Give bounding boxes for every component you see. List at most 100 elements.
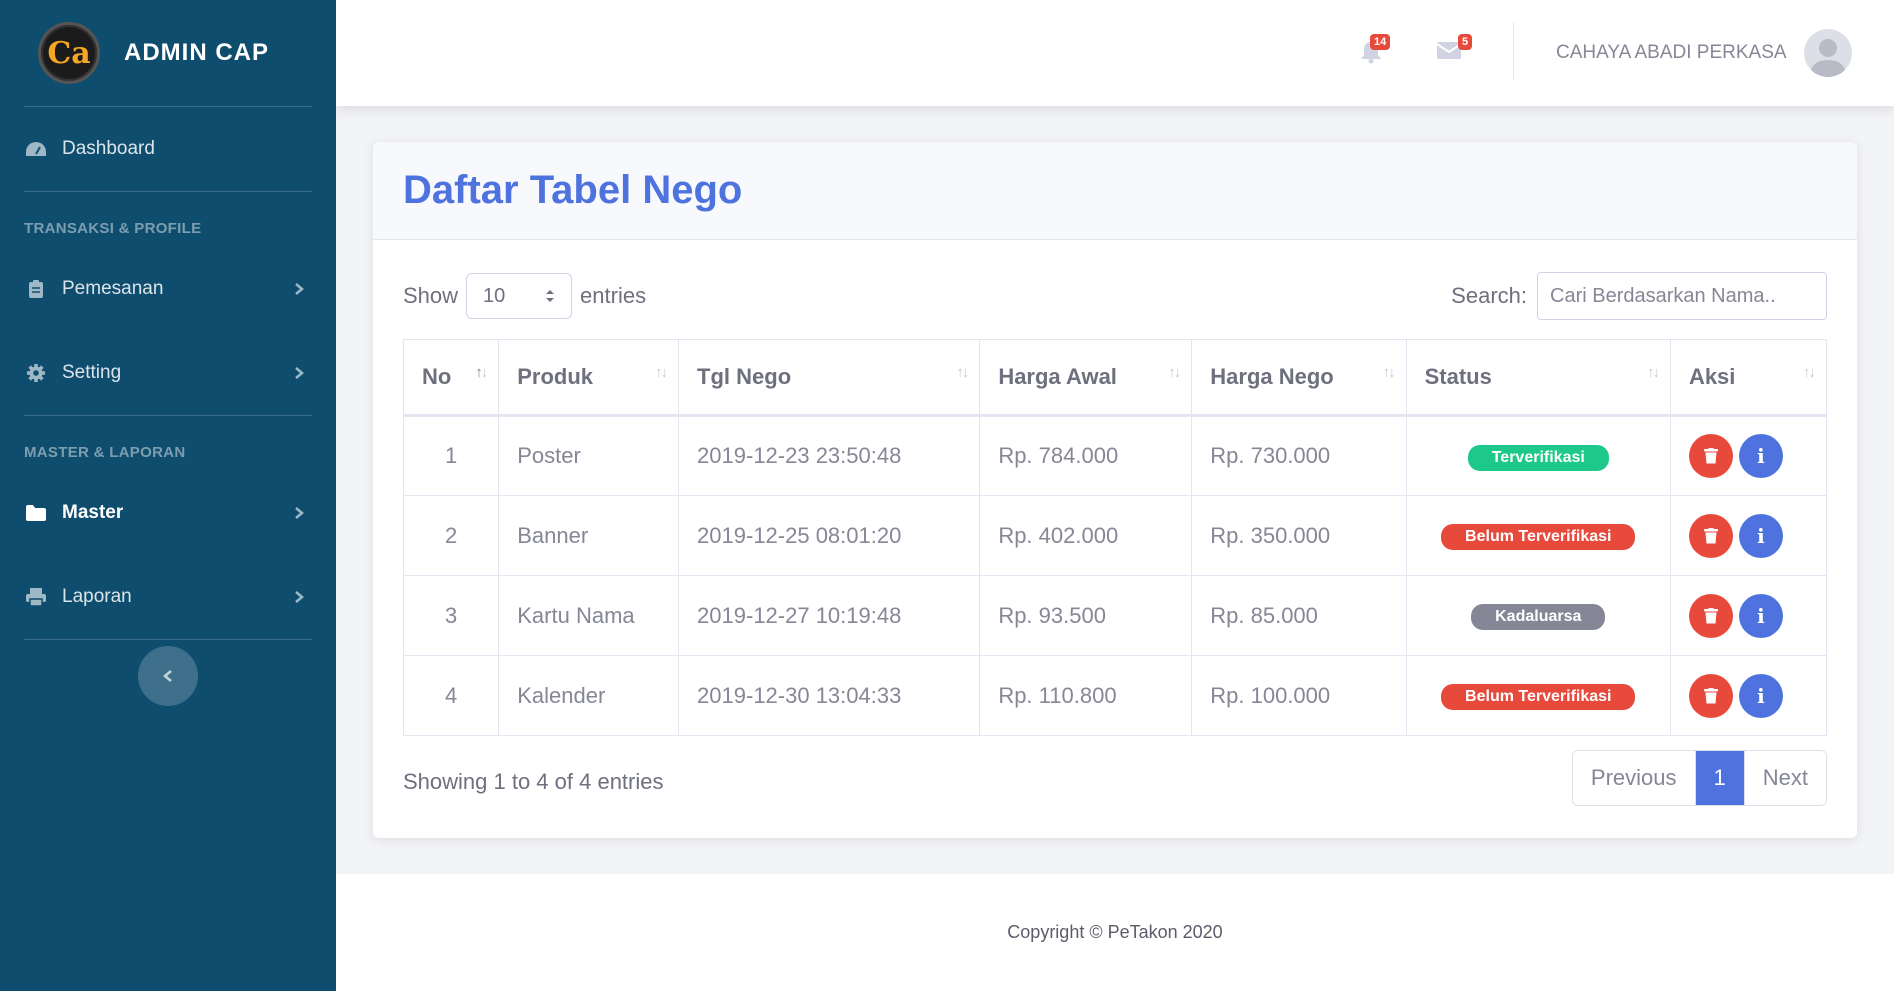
sort-icon: ↑↓ <box>1382 364 1396 381</box>
nego-table-card: Daftar Tabel Nego Show 10 entries Search… <box>373 142 1857 838</box>
alerts-button[interactable]: 14 <box>1360 34 1391 69</box>
sidebar-item-master[interactable]: Master <box>0 471 336 555</box>
status-badge: Terverifikasi <box>1467 444 1609 471</box>
trash-icon <box>1703 687 1718 703</box>
alerts-count-badge: 14 <box>1370 34 1391 50</box>
cell-harga-awal: Rp. 110.800 <box>979 655 1193 736</box>
brand-name: ADMIN CAP <box>124 39 269 66</box>
sort-icon: ↑↓ <box>1803 364 1816 381</box>
cell-harga-awal: Rp. 93.500 <box>979 575 1193 656</box>
column-header-status[interactable]: Status ↑↓ <box>1405 339 1671 417</box>
nego-table: No ↑↓ Produk ↑↓ Tgl Nego ↑↓ Harga Awal ↑↓ Ha… <box>402 339 1828 736</box>
cell-harga-awal: Rp. 402.000 <box>979 495 1193 576</box>
column-header-label: Tgl Nego <box>697 364 792 389</box>
info-button[interactable]: i <box>1738 673 1783 718</box>
cell-produk: Kalender <box>498 655 680 736</box>
print-icon <box>24 586 48 608</box>
cell-no: 4 <box>402 655 500 736</box>
cell-aksi: i <box>1669 575 1828 656</box>
clipboard-icon <box>24 278 48 300</box>
sidebar-item-label: Pemesanan <box>62 278 164 299</box>
sidebar-brand[interactable]: Ca ADMIN CAP <box>0 0 336 106</box>
column-header-produk[interactable]: Produk ↑↓ <box>498 339 680 417</box>
sidebar-heading-master: MASTER & LAPORAN <box>24 444 186 461</box>
delete-button[interactable] <box>1688 434 1733 478</box>
info-button[interactable]: i <box>1738 513 1783 558</box>
trash-icon <box>1703 527 1718 543</box>
cell-harga-nego: Rp. 100.000 <box>1191 655 1407 736</box>
delete-button[interactable] <box>1688 593 1733 638</box>
cell-no: 1 <box>402 415 500 496</box>
sidebar: Ca ADMIN CAP Dashboard TRANSAKSI & PROFI… <box>0 0 336 991</box>
cell-produk: Kartu Nama <box>498 575 680 656</box>
sort-icon: ↑↓ <box>475 364 488 381</box>
sort-icon: ↑↓ <box>1646 364 1660 381</box>
sidebar-item-dashboard[interactable]: Dashboard <box>0 107 336 191</box>
entries-select-value: 10 <box>483 284 506 307</box>
cell-aksi: i <box>1669 655 1828 736</box>
sidebar-item-pemesanan[interactable]: Pemesanan <box>0 247 336 331</box>
search-label: Search: <box>1451 283 1527 308</box>
brand-logo: Ca <box>38 22 100 84</box>
brand-logo-text: Ca <box>47 35 91 71</box>
delete-button[interactable] <box>1688 513 1733 558</box>
search-control: Search: <box>1451 272 1827 320</box>
chevron-right-icon <box>295 283 304 295</box>
cell-produk: Banner <box>498 495 680 576</box>
column-header-tgl-nego[interactable]: Tgl Nego ↑↓ <box>678 339 981 417</box>
cell-aksi: i <box>1669 415 1828 496</box>
messages-button[interactable]: 5 <box>1436 34 1473 65</box>
folder-icon <box>24 502 48 524</box>
chevron-right-icon <box>295 367 304 379</box>
search-input[interactable] <box>1537 272 1827 320</box>
gear-icon <box>24 362 48 384</box>
tachometer-icon <box>24 138 48 160</box>
avatar[interactable] <box>1804 29 1852 77</box>
sidebar-toggle-button[interactable] <box>138 646 198 706</box>
info-icon: i <box>1757 523 1765 548</box>
pagination-next[interactable]: Next <box>1743 751 1826 805</box>
info-button[interactable]: i <box>1738 593 1783 638</box>
sidebar-item-label: Setting <box>62 362 122 383</box>
table-info: Showing 1 to 4 of 4 entries <box>403 769 664 794</box>
pagination-page-1[interactable]: 1 <box>1694 751 1744 805</box>
column-header-aksi[interactable]: Aksi ↑↓ <box>1669 339 1828 417</box>
column-header-label: No <box>422 364 452 389</box>
sidebar-item-setting[interactable]: Setting <box>0 331 336 415</box>
sidebar-item-label: Laporan <box>62 586 132 607</box>
topbar: 14 5 CAHAYA ABADI PERKASA <box>336 0 1894 106</box>
table-header-row: No ↑↓ Produk ↑↓ Tgl Nego ↑↓ Harga Awal ↑↓ Ha… <box>402 339 1828 417</box>
cell-status: Kadaluarsa <box>1405 575 1671 656</box>
table-row: 2 Banner 2019-12-25 08:01:20 Rp. 402.000… <box>402 495 1828 576</box>
table-controls: Show 10 entries Search: <box>403 272 1827 320</box>
pagination-previous[interactable]: Previous <box>1572 751 1695 805</box>
column-header-label: Status <box>1424 364 1492 389</box>
user-name[interactable]: CAHAYA ABADI PERKASA <box>1556 42 1787 64</box>
trash-icon <box>1703 448 1718 464</box>
delete-button[interactable] <box>1688 673 1733 718</box>
column-header-harga-awal[interactable]: Harga Awal ↑↓ <box>979 339 1193 417</box>
cell-tgl-nego: 2019-12-25 08:01:20 <box>678 495 981 576</box>
footer: Copyright © PeTakon 2020 <box>336 874 1894 991</box>
table-row: 3 Kartu Nama 2019-12-27 10:19:48 Rp. 93.… <box>402 575 1828 656</box>
cell-aksi: i <box>1669 495 1828 576</box>
cell-no: 2 <box>402 495 500 576</box>
sidebar-heading-transaksi: TRANSAKSI & PROFILE <box>24 220 202 237</box>
topbar-divider <box>1513 22 1514 80</box>
info-icon: i <box>1757 444 1765 468</box>
column-header-label: Produk <box>517 364 594 389</box>
column-header-harga-nego[interactable]: Harga Nego ↑↓ <box>1191 339 1407 417</box>
sidebar-item-laporan[interactable]: Laporan <box>0 555 336 639</box>
cell-status: Belum Terverifikasi <box>1405 655 1671 736</box>
sidebar-item-label: Master <box>62 502 124 523</box>
pagination: Previous 1 Next <box>1571 750 1827 806</box>
chevron-right-icon <box>295 591 304 603</box>
column-header-no[interactable]: No ↑↓ <box>402 339 500 417</box>
sidebar-item-label: Dashboard <box>62 138 155 159</box>
cell-status: Belum Terverifikasi <box>1405 495 1671 576</box>
sidebar-divider <box>24 639 312 640</box>
info-button[interactable]: i <box>1738 434 1783 478</box>
entries-select[interactable]: 10 <box>466 273 573 319</box>
info-icon: i <box>1757 683 1765 708</box>
column-header-label: Aksi <box>1688 364 1736 389</box>
